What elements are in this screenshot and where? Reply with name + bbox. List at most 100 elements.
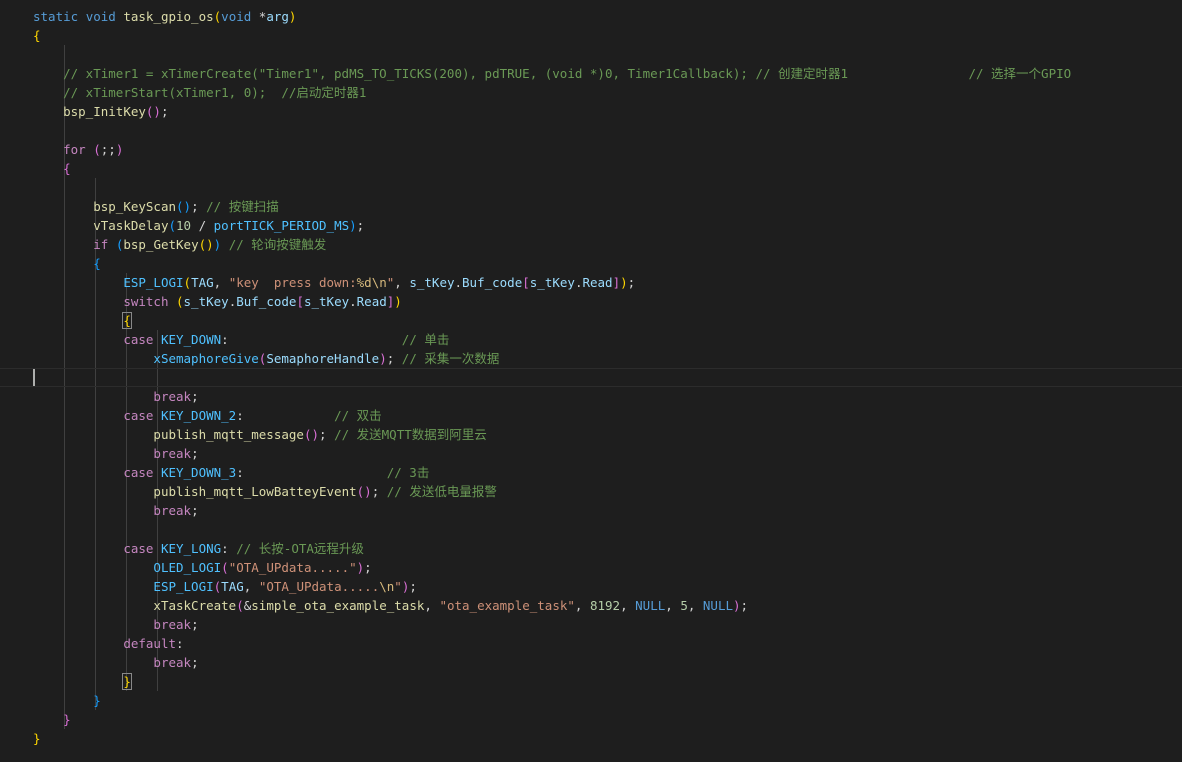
code-token: "OTA_UPdata.....	[258, 579, 380, 594]
code-token: publish_mqtt_LowBatteyEvent	[153, 484, 357, 499]
code-token: (	[176, 294, 184, 309]
code-line[interactable]: 0 bsp_KeyScan(); // 按键扫描	[0, 197, 1182, 216]
code-line[interactable]: 4 break;	[0, 653, 1182, 672]
code-token: ;	[191, 389, 199, 404]
code-line[interactable]: 7 for (;;)	[0, 140, 1182, 159]
code-line[interactable]: 3 break;	[0, 444, 1182, 463]
code-token: )	[115, 142, 124, 157]
code-line[interactable]: 3 // xTimer1 = xTimerCreate("Timer1", pd…	[0, 64, 1182, 83]
line-number: 3	[0, 444, 7, 463]
code-token: (	[236, 598, 244, 613]
code-token: "ota_example_task"	[439, 598, 575, 613]
code-line[interactable]: 1 case KEY_DOWN_2: // 双击	[0, 406, 1182, 425]
code-line[interactable]: 7	[0, 520, 1182, 539]
code-token: :	[221, 332, 402, 347]
code-token: }	[93, 693, 101, 708]
code-token: ()	[303, 427, 319, 442]
line-content: {	[33, 26, 41, 45]
code-token: simple_ota_example_task	[251, 598, 425, 613]
code-line[interactable]: 4 ESP_LOGI(TAG, "key press down:%d\n", s…	[0, 273, 1182, 292]
code-token: {	[63, 161, 71, 176]
line-number: 5	[0, 292, 7, 311]
code-token: ()	[356, 484, 372, 499]
code-token: bsp_GetKey	[123, 237, 199, 252]
code-line[interactable]: 3 {	[0, 254, 1182, 273]
code-line[interactable]: 0 ESP_LOGI(TAG, "OTA_UPdata.....\n");	[0, 577, 1182, 596]
code-line[interactable]: 8 xSemaphoreGive(SemaphoreHandle); // 采集…	[0, 349, 1182, 368]
code-line[interactable]: 4 // xTimerStart(xTimer1, 0); //启动定时器1	[0, 83, 1182, 102]
code-token: break	[153, 389, 192, 404]
code-line[interactable]: 0 break;	[0, 387, 1182, 406]
code-line[interactable]: 2 publish_mqtt_message(); // 发送MQTT数据到阿里…	[0, 425, 1182, 444]
text-cursor	[33, 369, 35, 386]
line-number: 0	[0, 7, 7, 26]
code-line[interactable]: 7 }	[0, 710, 1182, 729]
line-content: xSemaphoreGive(SemaphoreHandle); // 采集一次…	[33, 349, 499, 368]
code-token: )	[379, 351, 387, 366]
code-line[interactable]: 6 {	[0, 311, 1182, 330]
code-token: void	[221, 9, 252, 24]
line-content: switch (s_tKey.Buf_code[s_tKey.Read])	[33, 292, 402, 311]
line-content: break;	[33, 615, 198, 634]
code-line[interactable]: 5 }	[0, 672, 1182, 691]
code-token: \n	[379, 579, 395, 594]
code-token: ;	[364, 560, 372, 575]
code-token: s_tKey	[529, 275, 575, 290]
code-line[interactable]: 5 bsp_InitKey();	[0, 102, 1182, 121]
code-line[interactable]: 7 case KEY_DOWN: // 单击	[0, 330, 1182, 349]
line-number: 6	[0, 121, 7, 140]
code-token: {	[122, 312, 132, 329]
code-token: }	[122, 673, 132, 690]
code-token: SemaphoreHandle	[266, 351, 380, 366]
code-line[interactable]: 6	[0, 121, 1182, 140]
line-number: 2	[0, 425, 7, 444]
code-line[interactable]: 6 }	[0, 691, 1182, 710]
line-number: 4	[0, 463, 7, 482]
code-line[interactable]: 9	[0, 368, 1182, 387]
code-token: ()	[145, 104, 161, 119]
code-token: ;	[191, 655, 199, 670]
code-line[interactable]: 8	[0, 178, 1182, 197]
line-number: 7	[0, 140, 7, 159]
code-editor[interactable]: 0static void task_gpio_os(void *arg)1{23…	[0, 0, 1182, 762]
line-number: 3	[0, 64, 7, 83]
code-token: ;	[319, 427, 335, 442]
code-line[interactable]: 1 vTaskDelay(10 / portTICK_PERIOD_MS);	[0, 216, 1182, 235]
code-line[interactable]: 8}	[0, 729, 1182, 748]
line-content: }	[33, 710, 71, 729]
code-token: ,	[665, 598, 681, 613]
line-content: publish_mqtt_message(); // 发送MQTT数据到阿里云	[33, 425, 486, 444]
code-token: publish_mqtt_message	[153, 427, 304, 442]
code-line[interactable]: 8 {	[0, 159, 1182, 178]
code-token: bsp_InitKey	[63, 104, 146, 119]
line-number: 2	[0, 235, 7, 254]
code-line[interactable]: 5 switch (s_tKey.Buf_code[s_tKey.Read])	[0, 292, 1182, 311]
code-line[interactable]: 3 default:	[0, 634, 1182, 653]
code-line[interactable]: 9 OLED_LOGI("OTA_UPdata.....");	[0, 558, 1182, 577]
code-token: ;	[371, 484, 387, 499]
code-line[interactable]: 2	[0, 45, 1182, 64]
code-token: // xTimer1 = xTimerCreate("Timer1", pdMS…	[63, 66, 1072, 81]
code-line[interactable]: 1 xTaskCreate(&simple_ota_example_task, …	[0, 596, 1182, 615]
code-token: OLED_LOGI	[153, 560, 222, 575]
code-line[interactable]: 0 static void task_gpio_os(void *arg)	[0, 7, 1182, 26]
code-token: ;	[409, 579, 417, 594]
code-line[interactable]: 5 publish_mqtt_LowBatteyEvent(); // 发送低电…	[0, 482, 1182, 501]
code-line[interactable]: 6 break;	[0, 501, 1182, 520]
code-line[interactable]: 2 break;	[0, 615, 1182, 634]
code-token: KEY_DOWN_2	[160, 408, 237, 423]
code-line[interactable]: 8 case KEY_LONG: // 长按-OTA远程升级	[0, 539, 1182, 558]
line-number: 4	[0, 273, 7, 292]
code-line[interactable]: 1{	[0, 26, 1182, 45]
code-line[interactable]: 4 case KEY_DOWN_3: // 3击	[0, 463, 1182, 482]
code-line[interactable]: 2 if (bsp_GetKey()) // 轮询按键触发	[0, 235, 1182, 254]
code-token: *	[251, 9, 267, 24]
